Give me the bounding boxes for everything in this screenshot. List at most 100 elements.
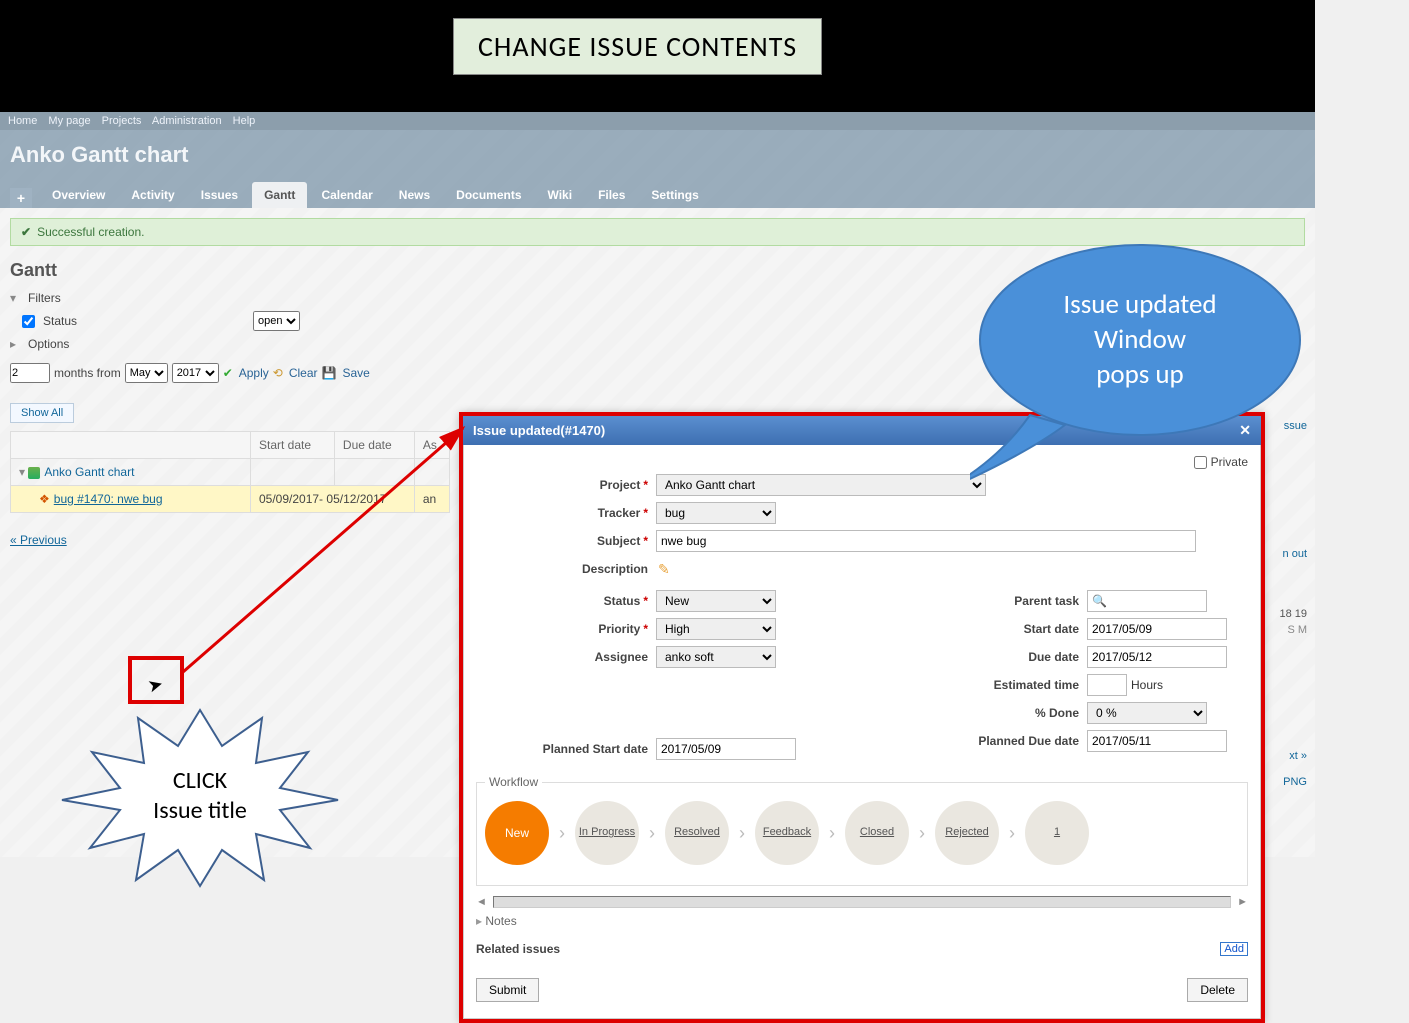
planned-due-input[interactable]	[1087, 730, 1227, 752]
estimated-time-input[interactable]	[1087, 674, 1127, 696]
chevron-right-icon: ›	[829, 823, 835, 844]
clear-icon: ⟲	[273, 366, 283, 380]
subject-input[interactable]	[656, 530, 1196, 552]
save-icon: 💾	[322, 366, 337, 380]
peek-new-issue[interactable]: ssue	[1284, 414, 1307, 438]
chevron-right-icon: ›	[1009, 823, 1015, 844]
nav-projects[interactable]: Projects	[102, 115, 142, 127]
top-nav: Home My page Projects Administration Hel…	[0, 112, 1315, 130]
status-select[interactable]: open	[253, 311, 300, 331]
peek-png[interactable]: PNG	[1283, 770, 1307, 794]
workflow-step-resolved[interactable]: Resolved	[665, 801, 729, 865]
tracker-select[interactable]: bug	[656, 502, 776, 524]
priority-select[interactable]: High	[656, 618, 776, 640]
expand-icon[interactable]: ▸	[476, 914, 482, 928]
planned-start-input[interactable]	[656, 738, 796, 760]
save-link[interactable]: Save	[342, 366, 369, 380]
status-checkbox[interactable]	[22, 315, 35, 328]
nav-mypage[interactable]: My page	[48, 115, 90, 127]
project-title: Anko Gantt chart	[10, 142, 1305, 168]
scroll-right-icon[interactable]: ►	[1237, 896, 1248, 908]
workflow-step-new[interactable]: New	[485, 801, 549, 865]
related-issues-label: Related issues	[476, 942, 560, 956]
show-all-button[interactable]: Show All	[10, 403, 74, 423]
label-due: Due date	[1028, 650, 1079, 664]
peek-next[interactable]: xt »	[1289, 744, 1307, 768]
issue-row[interactable]: ❖bug #1470: nwe bug 05/09/2017- 05/12/20…	[11, 486, 450, 513]
label-planned-due: Planned Due date	[978, 734, 1079, 748]
prev-link[interactable]: « Previous	[10, 533, 67, 547]
options-label: Options	[28, 337, 69, 351]
workflow-step-extra[interactable]: 1	[1025, 801, 1089, 865]
months-input[interactable]	[10, 363, 50, 383]
year-select[interactable]: 2017	[172, 363, 219, 383]
done-select[interactable]: 0 %	[1087, 702, 1207, 724]
peek-zoom[interactable]: n out	[1283, 542, 1307, 566]
modal-title: Issue updated(#1470)	[473, 423, 605, 438]
tab-gantt[interactable]: Gantt	[252, 182, 307, 208]
label-parent: Parent task	[1014, 594, 1079, 608]
hours-label: Hours	[1131, 678, 1163, 692]
peek-cal-days: S M	[1287, 618, 1307, 642]
nav-help[interactable]: Help	[233, 115, 256, 127]
chevron-right-icon: ›	[739, 823, 745, 844]
label-description: Description	[582, 562, 648, 576]
workflow-step-feedback[interactable]: Feedback	[755, 801, 819, 865]
notes-label[interactable]: Notes	[485, 914, 516, 928]
tab-news[interactable]: News	[387, 182, 442, 208]
private-checkbox[interactable]	[1194, 456, 1207, 469]
private-label: Private	[1211, 455, 1248, 469]
status-select-modal[interactable]: New	[656, 590, 776, 612]
workflow-step-inprogress[interactable]: In Progress	[575, 801, 639, 865]
assignee-select[interactable]: anko soft	[656, 646, 776, 668]
label-priority: Priority	[598, 622, 640, 636]
workflow-step-closed[interactable]: Closed	[845, 801, 909, 865]
issue-assignee: an	[414, 486, 449, 513]
start-date-input[interactable]	[1087, 618, 1227, 640]
horizontal-scrollbar[interactable]: ◄ ►	[476, 896, 1248, 908]
collapse-icon[interactable]: ▾	[10, 291, 16, 305]
label-planned-start: Planned Start date	[543, 742, 648, 756]
clear-link[interactable]: Clear	[289, 366, 318, 380]
tab-calendar[interactable]: Calendar	[309, 182, 384, 208]
parent-task-input[interactable]	[1087, 590, 1207, 612]
submit-button[interactable]: Submit	[476, 978, 539, 1002]
annotation-banner: CHANGE ISSUE CONTENTS	[453, 18, 822, 75]
project-icon	[28, 467, 40, 479]
project-row[interactable]: ▾ Anko Gantt chart	[11, 459, 450, 486]
gantt-table: Start date Due date As ▾ Anko Gantt char…	[10, 431, 450, 513]
workflow-legend: Workflow	[485, 775, 542, 789]
project-name[interactable]: Anko Gantt chart	[44, 465, 134, 479]
close-icon[interactable]: ✕	[1239, 422, 1251, 439]
issue-title-link[interactable]: bug #1470: nwe bug	[54, 492, 163, 506]
scroll-left-icon[interactable]: ◄	[476, 896, 487, 908]
chevron-right-icon: ›	[919, 823, 925, 844]
edit-description-icon[interactable]: ✎	[658, 561, 670, 578]
tab-overview[interactable]: Overview	[40, 182, 117, 208]
month-select[interactable]: May	[125, 363, 168, 383]
tab-wiki[interactable]: Wiki	[536, 182, 585, 208]
tab-files[interactable]: Files	[586, 182, 637, 208]
workflow-fieldset: Workflow New › In Progress › Resolved › Fee…	[476, 775, 1248, 886]
nav-home[interactable]: Home	[8, 115, 37, 127]
project-select[interactable]: Anko Gantt chart	[656, 474, 986, 496]
col-start: Start date	[251, 432, 335, 459]
check-icon: ✔	[21, 225, 31, 239]
label-done: % Done	[1035, 706, 1079, 720]
tab-activity[interactable]: Activity	[119, 182, 186, 208]
due-date-input[interactable]	[1087, 646, 1227, 668]
scroll-track[interactable]	[493, 896, 1231, 908]
delete-button[interactable]: Delete	[1187, 978, 1248, 1002]
months-label: months from	[54, 366, 121, 380]
tab-issues[interactable]: Issues	[189, 182, 250, 208]
expand-icon[interactable]: ▸	[10, 337, 16, 351]
minus-icon[interactable]: ▾	[19, 465, 25, 479]
add-tab-button[interactable]: +	[10, 188, 32, 208]
apply-link[interactable]: Apply	[239, 366, 269, 380]
workflow-step-rejected[interactable]: Rejected	[935, 801, 999, 865]
nav-admin[interactable]: Administration	[152, 115, 222, 127]
flash-text: Successful creation.	[37, 225, 144, 239]
add-related-link[interactable]: Add	[1220, 942, 1248, 956]
tab-settings[interactable]: Settings	[639, 182, 710, 208]
tab-documents[interactable]: Documents	[444, 182, 533, 208]
